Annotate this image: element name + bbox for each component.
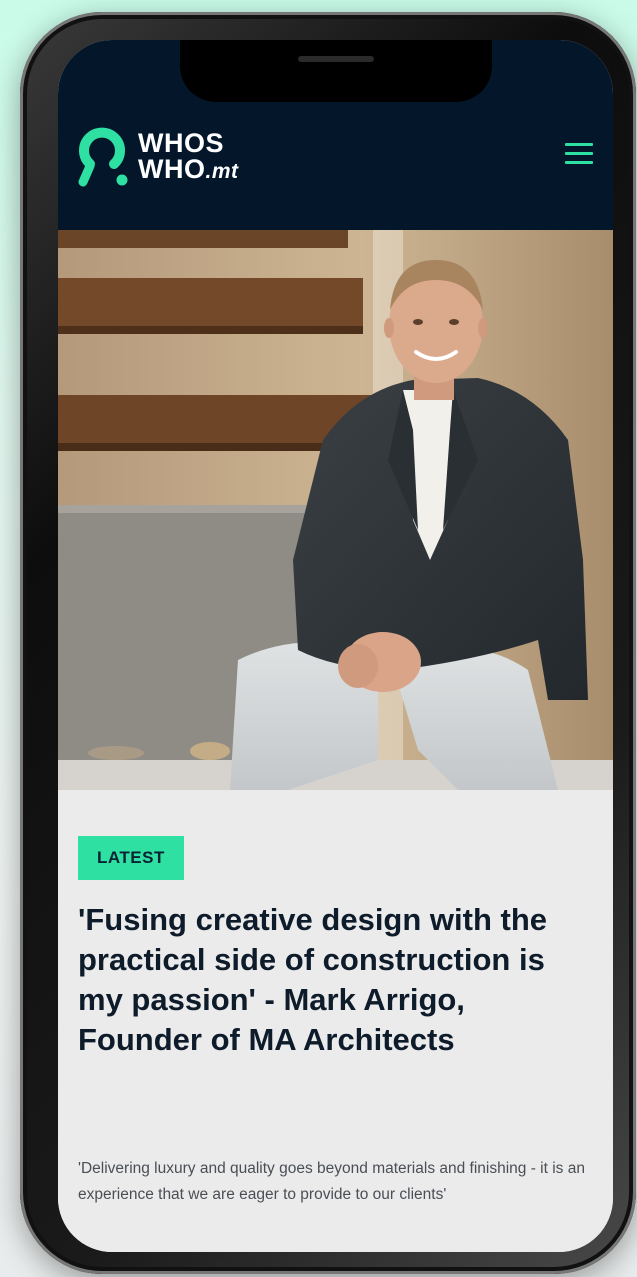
phone-frame: WHOS WHO.mt LATEST 'Fusing creative desi…	[20, 12, 636, 1274]
latest-badge[interactable]: LATEST	[78, 836, 184, 880]
article-card: LATEST 'Fusing creative design with the …	[58, 790, 613, 1252]
logo-line-2-text: WHO	[138, 153, 206, 184]
article-title[interactable]: 'Fusing creative design with the practic…	[78, 900, 593, 1060]
phone-notch	[180, 40, 492, 102]
article-excerpt: 'Delivering luxury and quality goes beyo…	[78, 1160, 585, 1203]
hero-image[interactable]	[58, 230, 613, 790]
menu-bar	[565, 161, 593, 164]
menu-bar	[565, 152, 593, 155]
logo-wordmark: WHOS WHO.mt	[138, 127, 239, 185]
logo-line-2: WHO.mt	[138, 153, 239, 185]
hero-photo	[58, 230, 613, 790]
whoswho-logo-icon	[78, 127, 128, 187]
menu-bar	[565, 143, 593, 146]
phone-screen: WHOS WHO.mt LATEST 'Fusing creative desi…	[58, 40, 613, 1252]
hamburger-menu-icon[interactable]	[565, 143, 593, 167]
logo-line-1: WHOS	[138, 127, 224, 158]
logo-tld: .mt	[205, 159, 239, 183]
speaker-grille	[298, 56, 374, 62]
site-logo[interactable]: WHOS WHO.mt	[78, 124, 238, 190]
